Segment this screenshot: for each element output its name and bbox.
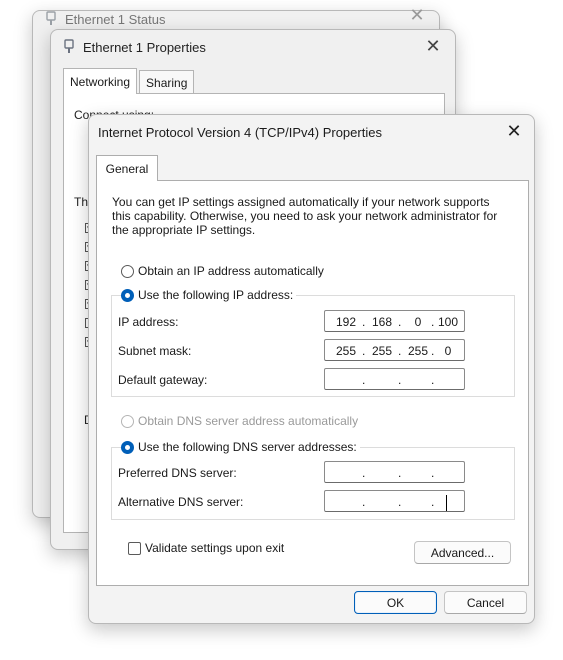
dot-separator: . bbox=[431, 466, 435, 480]
ip-auto-label: Obtain an IP address automatically bbox=[138, 264, 324, 278]
general-panel: You can get IP settings assigned automat… bbox=[96, 180, 529, 586]
dot-separator: . bbox=[431, 373, 435, 387]
properties-tabs: Networking Sharing bbox=[63, 68, 196, 94]
dot-separator: . bbox=[398, 373, 402, 387]
advanced-button[interactable]: Advanced... bbox=[414, 541, 511, 564]
this-connection-label: Th bbox=[74, 195, 89, 209]
dot-separator: . bbox=[362, 373, 366, 387]
radio-button[interactable] bbox=[121, 440, 134, 454]
ip-octet: 192 bbox=[335, 315, 357, 329]
default-gateway-label: Default gateway: bbox=[118, 373, 208, 387]
validate-settings-label: Validate settings upon exit bbox=[145, 541, 285, 555]
dot-separator: . bbox=[362, 495, 366, 509]
network-adapter-icon bbox=[63, 39, 75, 55]
ip-octet: 168 bbox=[371, 315, 393, 329]
cancel-button[interactable]: Cancel bbox=[444, 591, 527, 614]
dialog-titlebar: Internet Protocol Version 4 (TCP/IPv4) P… bbox=[89, 115, 534, 149]
tab-sharing[interactable]: Sharing bbox=[139, 70, 195, 94]
preferred-dns-field[interactable]: . . . bbox=[324, 461, 465, 483]
tab-networking[interactable]: Networking bbox=[63, 68, 138, 94]
ip-octet: 255 bbox=[335, 344, 357, 358]
dot-separator: . bbox=[398, 315, 402, 329]
subnet-mask-label: Subnet mask: bbox=[118, 344, 192, 358]
dns-manual-radio[interactable]: Use the following DNS server addresses: bbox=[121, 440, 360, 454]
ip-address-label: IP address: bbox=[118, 315, 179, 329]
ip-octet: 0 bbox=[444, 344, 452, 358]
text-cursor bbox=[446, 495, 447, 511]
alternative-dns-label: Alternative DNS server: bbox=[118, 495, 244, 509]
ip-octet: 100 bbox=[437, 315, 459, 329]
ipv4-properties-dialog: Internet Protocol Version 4 (TCP/IPv4) P… bbox=[88, 114, 535, 624]
ip-octet: 255 bbox=[371, 344, 393, 358]
close-icon[interactable]: ✕ bbox=[407, 5, 427, 25]
properties-window-title: Ethernet 1 Properties bbox=[83, 39, 206, 55]
ip-auto-radio[interactable]: Obtain an IP address automatically bbox=[121, 264, 324, 278]
ok-button[interactable]: OK bbox=[354, 591, 437, 614]
ip-address-field[interactable]: 192 . 168 . 0 . 100 bbox=[324, 310, 465, 332]
dot-separator: . bbox=[431, 495, 435, 509]
status-window-title: Ethernet 1 Status bbox=[65, 11, 166, 27]
close-icon[interactable]: ✕ bbox=[504, 121, 524, 141]
dot-separator: . bbox=[398, 495, 402, 509]
default-gateway-field[interactable]: . . . bbox=[324, 368, 465, 390]
dot-separator: . bbox=[362, 466, 366, 480]
dot-separator: . bbox=[362, 344, 366, 358]
network-adapter-icon bbox=[45, 11, 57, 27]
radio-button[interactable] bbox=[121, 288, 134, 302]
properties-titlebar: Ethernet 1 Properties ✕ bbox=[51, 30, 455, 64]
subnet-mask-field[interactable]: 255 . 255 . 255 . 0 bbox=[324, 339, 465, 361]
dns-manual-label: Use the following DNS server addresses: bbox=[138, 440, 357, 454]
dot-separator: . bbox=[362, 315, 366, 329]
dot-separator: . bbox=[398, 466, 402, 480]
checkbox[interactable] bbox=[128, 541, 141, 555]
radio-button bbox=[121, 414, 134, 428]
dialog-title: Internet Protocol Version 4 (TCP/IPv4) P… bbox=[98, 124, 382, 140]
validate-settings-checkbox[interactable]: Validate settings upon exit bbox=[128, 541, 284, 555]
dot-separator: . bbox=[431, 344, 435, 358]
close-icon[interactable]: ✕ bbox=[423, 36, 443, 56]
dot-separator: . bbox=[431, 315, 435, 329]
tab-general[interactable]: General bbox=[96, 155, 158, 181]
alternative-dns-field[interactable]: . . . bbox=[324, 490, 465, 512]
ip-octet: 0 bbox=[414, 315, 422, 329]
dot-separator: . bbox=[398, 344, 402, 358]
ip-manual-label: Use the following IP address: bbox=[138, 288, 294, 302]
dns-auto-label: Obtain DNS server address automatically bbox=[138, 414, 359, 428]
radio-button[interactable] bbox=[121, 264, 134, 278]
preferred-dns-label: Preferred DNS server: bbox=[118, 466, 237, 480]
ip-manual-radio[interactable]: Use the following IP address: bbox=[121, 288, 297, 302]
ip-octet: 255 bbox=[407, 344, 429, 358]
dns-auto-radio: Obtain DNS server address automatically bbox=[121, 414, 358, 428]
intro-text: You can get IP settings assigned automat… bbox=[112, 195, 498, 237]
